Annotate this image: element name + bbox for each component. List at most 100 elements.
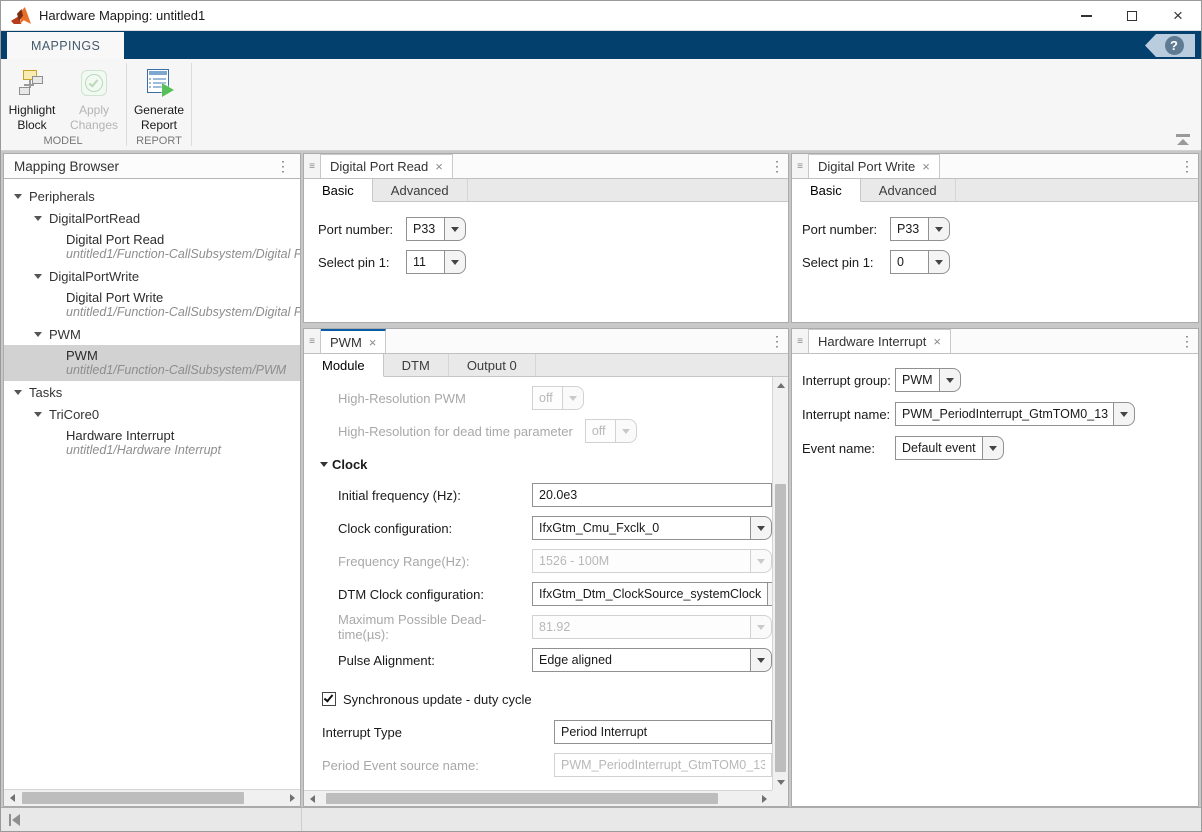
interrupt-type-row: Interrupt Type: [322, 719, 772, 745]
scroll-right-button[interactable]: [756, 791, 772, 806]
close-icon: ×: [1173, 7, 1183, 24]
tab-advanced[interactable]: Advanced: [373, 179, 468, 201]
panel-menu-icon[interactable]: ⋮: [766, 334, 788, 348]
tree-item-digitalportwrite[interactable]: DigitalPortWrite: [4, 265, 300, 287]
synchronous-update-checkbox[interactable]: [322, 692, 336, 706]
period-event-source-input: [554, 753, 772, 777]
panel-menu-icon[interactable]: ⋮: [1176, 334, 1198, 348]
close-tab-icon[interactable]: ×: [933, 334, 941, 349]
initial-frequency-input[interactable]: [532, 483, 772, 507]
chevron-down-icon[interactable]: [928, 250, 950, 274]
status-divider: [301, 808, 302, 831]
scroll-up-button[interactable]: [773, 377, 788, 393]
collapse-triangle-icon[interactable]: [14, 194, 22, 199]
tab-list-icon[interactable]: ≡: [304, 154, 321, 178]
tree-item-peripherals[interactable]: Peripherals: [4, 185, 300, 207]
collapse-ribbon-icon: [1176, 134, 1190, 137]
initial-frequency-label: Initial frequency (Hz):: [338, 488, 532, 503]
collapse-triangle-icon[interactable]: [34, 332, 42, 337]
tree-item-tricore0[interactable]: TriCore0: [4, 403, 300, 425]
tab-hardware-interrupt[interactable]: Hardware Interrupt ×: [809, 329, 951, 353]
select-pin-dropdown[interactable]: 11: [406, 250, 466, 274]
chevron-down-icon[interactable]: [1113, 402, 1135, 426]
model-section: Highlight Block Apply Changes MODEL: [1, 59, 125, 150]
scroll-down-button[interactable]: [773, 774, 788, 790]
dock-left-icon[interactable]: [9, 814, 20, 826]
chevron-down-icon[interactable]: [444, 250, 466, 274]
synchronous-update-label: Synchronous update - duty cycle: [343, 692, 532, 707]
tab-mappings[interactable]: MAPPINGS: [6, 31, 125, 59]
panel-menu-icon[interactable]: ⋮: [766, 159, 788, 173]
tab-output-0[interactable]: Output 0: [449, 354, 536, 376]
pulse-alignment-dropdown[interactable]: Edge aligned: [532, 648, 772, 672]
tree-item-digital-port-read[interactable]: Digital Port Read untitled1/Function-Cal…: [4, 229, 300, 265]
scrollbar-thumb[interactable]: [22, 792, 244, 804]
event-name-dropdown[interactable]: Default event: [895, 436, 1127, 460]
tab-list-icon[interactable]: ≡: [792, 154, 809, 178]
close-tab-icon[interactable]: ×: [922, 159, 930, 174]
port-number-label: Port number:: [802, 222, 890, 237]
tab-advanced[interactable]: Advanced: [861, 179, 956, 201]
port-read-subtabs: Basic Advanced: [304, 179, 788, 202]
highlight-block-button[interactable]: Highlight Block: [1, 63, 63, 135]
tab-basic[interactable]: Basic: [304, 179, 373, 202]
tree-item-digitalportread[interactable]: DigitalPortRead: [4, 207, 300, 229]
generate-report-button[interactable]: Generate Report: [128, 63, 190, 135]
chevron-down-icon[interactable]: [750, 516, 772, 540]
tab-module[interactable]: Module: [304, 354, 384, 377]
chevron-down-icon[interactable]: [939, 368, 961, 392]
hardware-interrupt-panel: ≡ Hardware Interrupt × ⋮ Interrupt group…: [791, 328, 1199, 807]
minimize-button[interactable]: [1063, 1, 1109, 30]
tree-item-hardware-interrupt[interactable]: Hardware Interrupt untitled1/Hardware In…: [4, 425, 300, 461]
scroll-left-button[interactable]: [4, 790, 20, 806]
pwm-horizontal-scrollbar[interactable]: [304, 790, 772, 806]
arrow-left-icon: [10, 794, 15, 802]
interrupt-type-input[interactable]: [554, 720, 772, 744]
scrollbar-thumb[interactable]: [775, 484, 786, 772]
close-tab-icon[interactable]: ×: [435, 159, 443, 174]
chevron-down-icon[interactable]: [750, 648, 772, 672]
dtm-clock-configuration-label: DTM Clock configuration:: [338, 587, 532, 602]
help-button[interactable]: ?: [1145, 34, 1195, 57]
interrupt-group-dropdown[interactable]: PWM: [895, 368, 1127, 392]
collapse-ribbon-button[interactable]: [1175, 134, 1191, 146]
panel-menu-icon[interactable]: ⋮: [1176, 159, 1198, 173]
chevron-down-icon[interactable]: [982, 436, 1004, 460]
collapse-triangle-icon[interactable]: [34, 274, 42, 279]
clock-section-header[interactable]: Clock: [320, 452, 772, 476]
tab-pwm[interactable]: PWM ×: [321, 329, 386, 353]
clock-configuration-dropdown[interactable]: IfxGtm_Cmu_Fxclk_0: [532, 516, 772, 540]
port-number-dropdown[interactable]: P33: [406, 217, 466, 241]
panel-menu-icon[interactable]: ⋮: [272, 159, 294, 173]
collapse-triangle-icon[interactable]: [14, 390, 22, 395]
collapse-triangle-icon[interactable]: [34, 216, 42, 221]
browser-horizontal-scrollbar[interactable]: [4, 789, 300, 806]
port-number-dropdown[interactable]: P33: [890, 217, 950, 241]
tab-digital-port-read[interactable]: Digital Port Read ×: [321, 154, 453, 178]
tree-item-tasks[interactable]: Tasks: [4, 381, 300, 403]
tab-dtm[interactable]: DTM: [384, 354, 449, 376]
select-pin-dropdown[interactable]: 0: [890, 250, 950, 274]
tab-digital-port-write[interactable]: Digital Port Write ×: [809, 154, 940, 178]
scroll-right-button[interactable]: [284, 790, 300, 806]
scrollbar-thumb[interactable]: [326, 793, 718, 804]
maximize-button[interactable]: [1109, 1, 1155, 30]
dtm-clock-configuration-dropdown[interactable]: IfxGtm_Dtm_ClockSource_systemClock: [532, 582, 772, 606]
interrupt-name-dropdown[interactable]: PWM_PeriodInterrupt_GtmTOM0_13: [895, 402, 1135, 426]
collapse-triangle-icon[interactable]: [34, 412, 42, 417]
tree-item-pwm-group[interactable]: PWM: [4, 323, 300, 345]
tree-item-pwm-selected[interactable]: PWM untitled1/Function-CallSubsystem/PWM: [4, 345, 300, 381]
close-button[interactable]: ×: [1155, 1, 1201, 30]
chevron-down-icon[interactable]: [928, 217, 950, 241]
tree-item-digital-port-write[interactable]: Digital Port Write untitled1/Function-Ca…: [4, 287, 300, 323]
chevron-down-icon[interactable]: [444, 217, 466, 241]
scroll-left-button[interactable]: [304, 791, 320, 806]
tab-list-icon[interactable]: ≡: [792, 329, 809, 353]
high-resolution-dead-time-row: High-Resolution for dead time parameter …: [338, 418, 772, 444]
pwm-vertical-scrollbar[interactable]: [772, 377, 788, 790]
close-tab-icon[interactable]: ×: [369, 335, 377, 350]
arrow-right-icon: [290, 794, 295, 802]
collapse-triangle-icon[interactable]: [320, 462, 328, 467]
tab-basic[interactable]: Basic: [792, 179, 861, 202]
tab-list-icon[interactable]: ≡: [304, 329, 321, 353]
